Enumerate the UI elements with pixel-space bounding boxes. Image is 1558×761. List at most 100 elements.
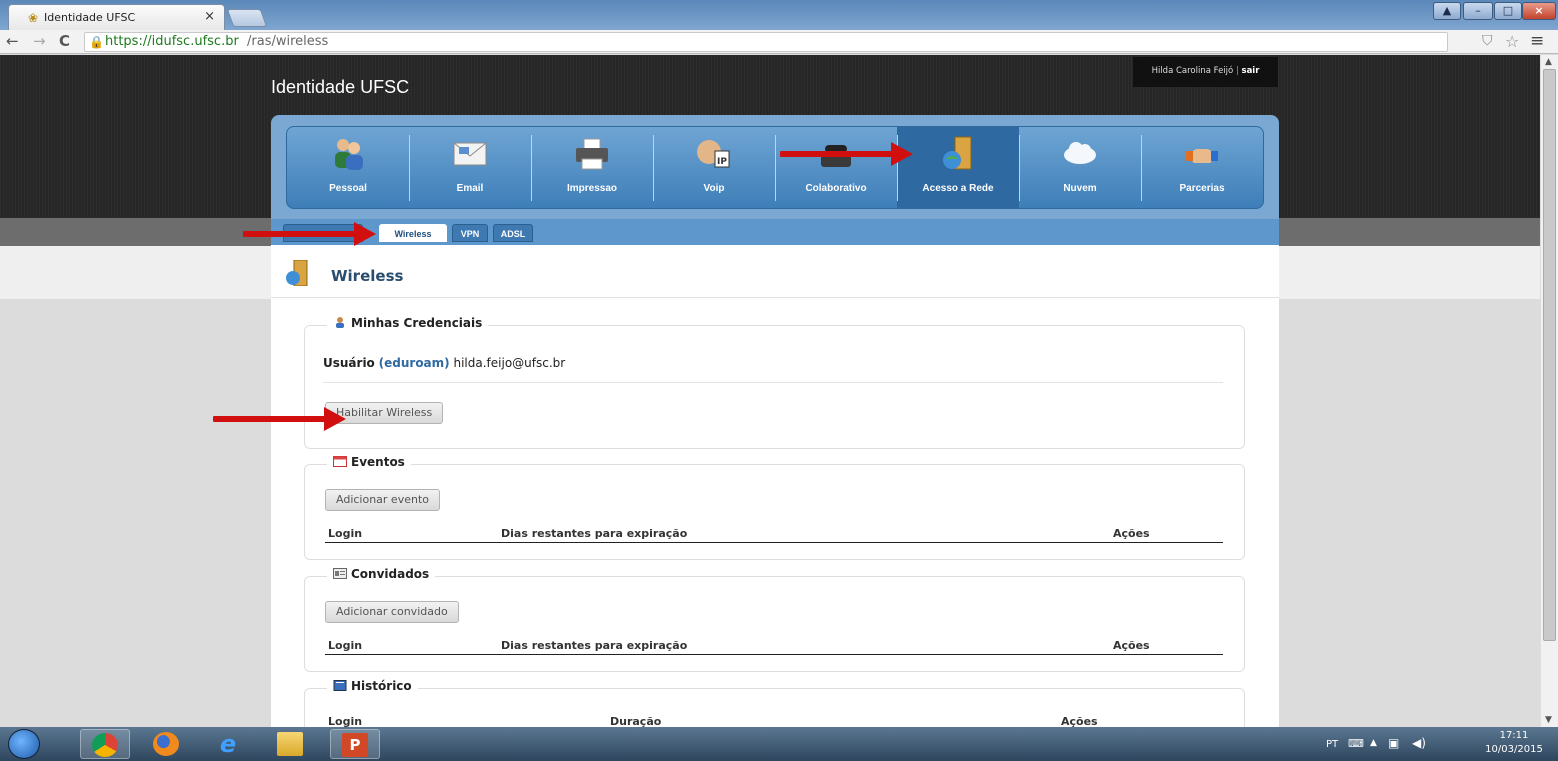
events-legend: Eventos (327, 455, 411, 469)
guests-legend-text: Convidados (351, 567, 430, 581)
voip-phone-icon: IP (697, 140, 730, 168)
tab-wireless[interactable]: Wireless (379, 224, 447, 242)
scroll-down-arrow-icon[interactable]: ▼ (1545, 715, 1552, 725)
add-guest-button[interactable]: Adicionar convidado (325, 601, 459, 623)
user-icon (336, 317, 344, 328)
events-legend-text: Eventos (351, 455, 405, 469)
keyboard-icon[interactable]: ⌨ (1348, 737, 1364, 750)
taskbar-powerpoint[interactable]: P (330, 729, 380, 759)
clock-time[interactable]: 17:11 (1484, 730, 1544, 741)
internet-explorer-icon: e (219, 730, 237, 758)
add-event-button[interactable]: Adicionar evento (325, 489, 440, 511)
annotation-arrow-button (213, 407, 346, 431)
user-name: Hilda Carolina Feijó (1151, 66, 1234, 76)
show-hidden-icons-icon[interactable]: ▲ (1370, 738, 1377, 748)
nav-label: Colaborativo (805, 183, 867, 194)
content-panel: Wireless Minhas Credenciais Usuário (edu… (271, 245, 1279, 727)
annotation-arrow-tab (243, 222, 376, 246)
nav-item-email[interactable]: Email (409, 127, 531, 208)
nav-label: Nuvem (1063, 183, 1097, 194)
printer-icon (576, 138, 608, 170)
cloud-icon (1064, 142, 1096, 164)
credentials-legend-text: Minhas Credenciais (351, 316, 483, 330)
taskbar-firefox[interactable] (142, 729, 192, 759)
main-nav: Pessoal Email Impressao IP Voip Colabora… (286, 126, 1264, 209)
bookmark-star-icon[interactable]: ☆ (1505, 32, 1519, 51)
browser-menu-icon[interactable]: ≡ (1530, 31, 1544, 51)
annotation-arrow-nav (780, 142, 913, 166)
taskbar-chrome[interactable] (80, 729, 130, 759)
back-arrow-icon[interactable]: ← (6, 32, 19, 50)
folder-icon (277, 732, 303, 756)
browser-tab[interactable]: ❀ Identidade UFSC × (8, 4, 225, 30)
nav-label: Parcerias (1179, 183, 1225, 194)
minimize-window-button[interactable]: – (1463, 2, 1493, 20)
scroll-up-arrow-icon[interactable]: ▲ (1545, 57, 1552, 67)
history-section: Histórico Login Duração Ações (304, 679, 1245, 727)
column-header-actions: Ações (1113, 639, 1150, 652)
guests-table-header: Login Dias restantes para expiração Açõe… (325, 637, 1223, 655)
handshake-icon (1186, 149, 1218, 163)
tab-vpn[interactable]: VPN (452, 224, 488, 242)
tab-close-icon[interactable]: × (204, 9, 215, 24)
maximize-window-button[interactable]: □ (1494, 2, 1522, 20)
calendar-icon (333, 456, 347, 467)
tab-adsl[interactable]: ADSL (493, 224, 533, 242)
column-header-login: Login (328, 527, 363, 540)
url-path: /ras/wireless (247, 34, 329, 49)
start-button[interactable] (8, 729, 40, 759)
shield-extension-icon[interactable]: ⛉ (1482, 33, 1493, 49)
column-header-days: Dias restantes para expiração (501, 527, 688, 540)
column-header-days: Dias restantes para expiração (501, 639, 688, 652)
language-indicator[interactable]: PT (1326, 739, 1338, 750)
column-header-login: Login (328, 639, 363, 652)
nav-item-nuvem[interactable]: Nuvem (1019, 127, 1141, 208)
events-section: Eventos Adicionar evento Login Dias rest… (304, 455, 1245, 560)
user-separator: | (1235, 66, 1239, 76)
taskbar-file-explorer[interactable] (266, 729, 316, 759)
column-header-actions: Ações (1061, 715, 1098, 727)
reload-icon[interactable]: C (59, 32, 70, 50)
column-header-actions: Ações (1113, 527, 1150, 540)
logout-link[interactable]: sair (1242, 66, 1260, 76)
nav-item-acesso-a-rede[interactable]: Acesso a Rede (897, 127, 1019, 208)
close-window-button[interactable]: × (1522, 2, 1556, 20)
site-favicon-icon: ❀ (28, 11, 39, 25)
history-legend-text: Histórico (351, 679, 412, 693)
user-realm: (eduroam) (378, 356, 450, 370)
taskbar: e P PT ⌨ ▲ ▣ ◀) 17:11 10/03/2015 (0, 727, 1558, 761)
envelope-icon (453, 142, 487, 166)
new-tab-button[interactable] (226, 9, 268, 27)
site-title: Identidade UFSC (271, 77, 410, 97)
vertical-scrollbar[interactable]: ▲ ▼ (1540, 55, 1558, 727)
nav-item-voip[interactable]: IP Voip (653, 127, 775, 208)
volume-icon[interactable]: ◀) (1412, 736, 1426, 750)
network-icon[interactable]: ▣ (1388, 736, 1399, 750)
history-book-icon (333, 680, 347, 691)
firefox-icon (153, 732, 179, 756)
user-box: Hilda Carolina Feijó | sair (1133, 57, 1278, 87)
users-icon (335, 139, 363, 170)
url-input[interactable]: 🔒 https://idufsc.ufsc.br /ras/wireless (84, 32, 1448, 52)
page-header: Wireless (271, 245, 1279, 298)
taskbar-internet-explorer[interactable]: e (204, 729, 254, 759)
nav-item-colaborativo[interactable]: Colaborativo (775, 127, 897, 208)
nav-item-parcerias[interactable]: Parcerias (1141, 127, 1263, 208)
guests-section: Convidados Adicionar convidado Login Dia… (304, 567, 1245, 672)
sub-nav: Wireless VPN ADSL (271, 219, 1279, 245)
nav-label: Email (456, 183, 484, 194)
network-door-icon (943, 136, 972, 170)
nav-label: Impressao (566, 183, 618, 194)
forward-arrow-icon[interactable]: → (33, 32, 46, 50)
clock-date[interactable]: 10/03/2015 (1484, 744, 1544, 755)
credential-line: Usuário (eduroam) hilda.feijo@ufsc.br (323, 356, 565, 370)
restore-window-icon[interactable]: ▲ (1433, 2, 1461, 20)
nav-label: Pessoal (329, 183, 367, 194)
nav-item-pessoal[interactable]: Pessoal (287, 127, 409, 208)
lock-icon: 🔒 (89, 35, 104, 49)
scrollbar-thumb[interactable] (1543, 69, 1556, 641)
user-value: hilda.feijo@ufsc.br (453, 356, 566, 370)
divider (323, 382, 1223, 383)
nav-item-impressao[interactable]: Impressao (531, 127, 653, 208)
user-label: Usuário (323, 356, 375, 370)
